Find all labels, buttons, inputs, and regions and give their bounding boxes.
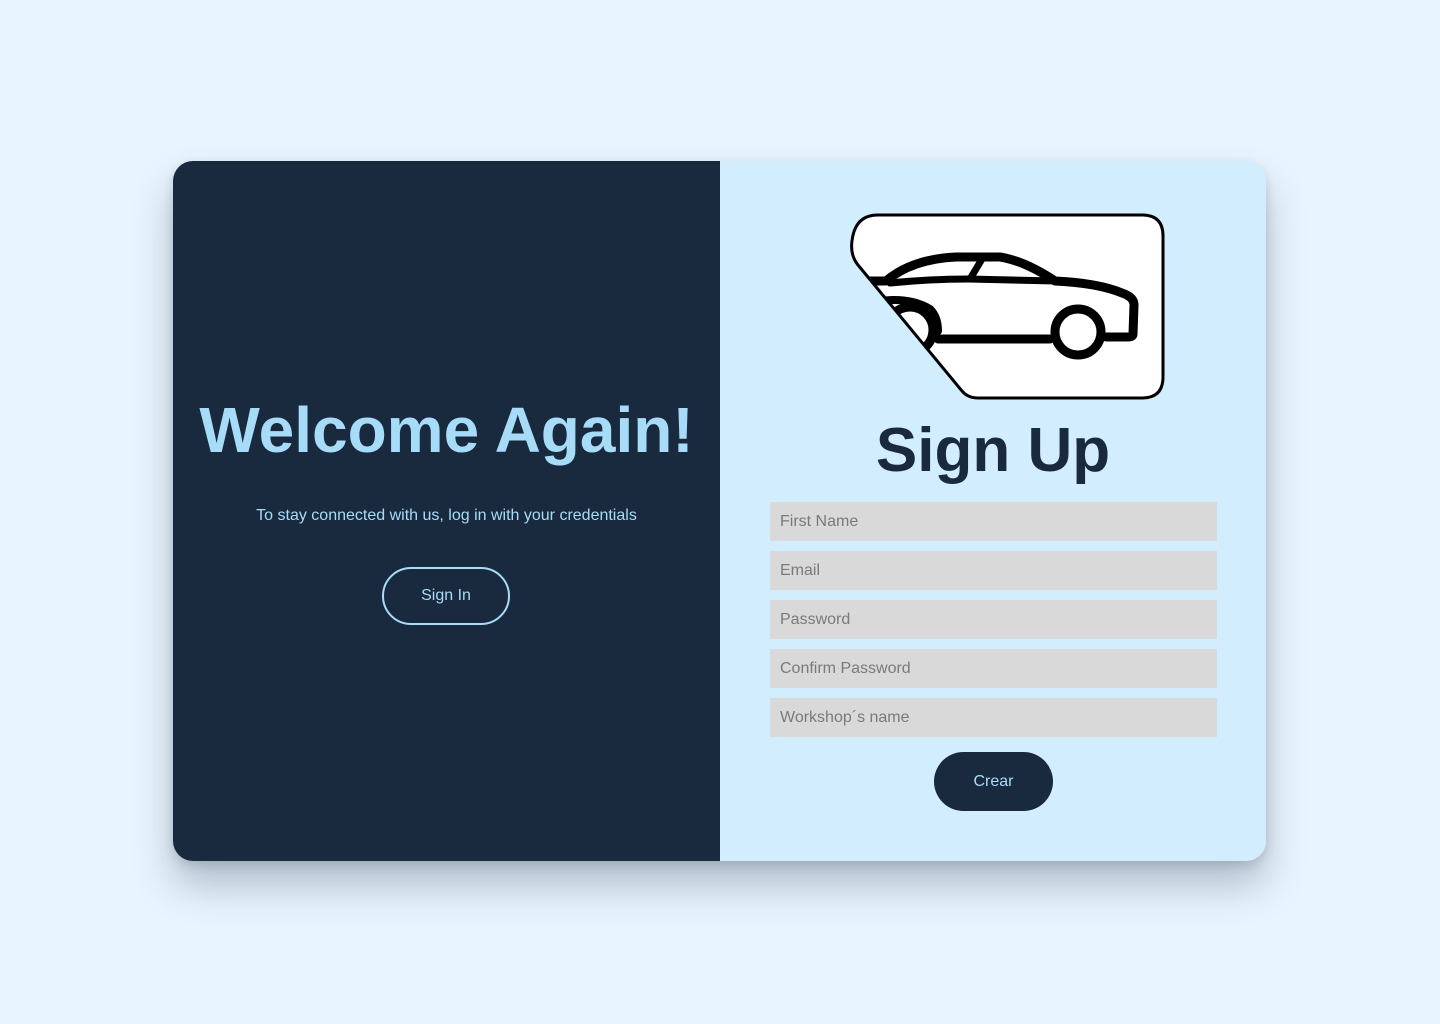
confirm-password-field[interactable]: [770, 649, 1217, 688]
auth-card: Welcome Again! To stay connected with us…: [173, 161, 1266, 861]
sign-in-button[interactable]: Sign In: [382, 567, 510, 625]
welcome-subtitle: To stay connected with us, log in with y…: [256, 507, 637, 524]
password-field[interactable]: [770, 600, 1217, 639]
welcome-panel: Welcome Again! To stay connected with us…: [173, 161, 720, 861]
first-name-field[interactable]: [770, 502, 1217, 541]
signup-panel: Sign Up Crear: [720, 161, 1266, 861]
welcome-title: Welcome Again!: [199, 394, 694, 466]
car-icon: [850, 213, 1165, 400]
email-field[interactable]: [770, 551, 1217, 590]
create-account-button[interactable]: Crear: [934, 752, 1053, 811]
workshop-name-field[interactable]: [770, 698, 1217, 737]
signup-title: Sign Up: [875, 416, 1111, 485]
